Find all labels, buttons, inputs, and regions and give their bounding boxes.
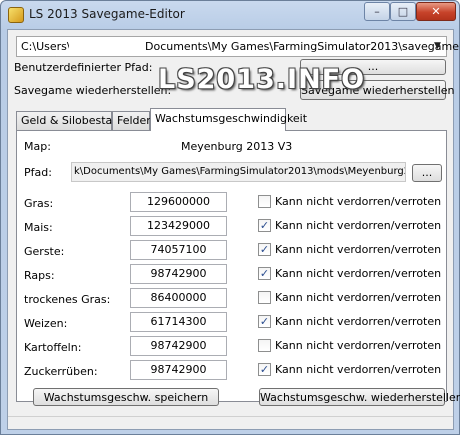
crop-value-input[interactable]: 61714300	[130, 312, 227, 332]
crop-no-wither-label: Kann nicht verdorren/verroten	[275, 315, 442, 328]
crop-label: Gerste:	[24, 245, 65, 258]
watermark-text: LS2013.INFO	[158, 64, 366, 95]
tab-wachstumsgeschwindigkeit[interactable]: Wachstumsgeschwindigkeit	[150, 108, 307, 131]
crop-no-wither-checkbox[interactable]: ✓	[258, 363, 271, 376]
restore-growth-button[interactable]: Wachstumsgeschw. wiederherstellen	[259, 388, 460, 406]
tab-felder[interactable]: Felder	[112, 111, 151, 130]
window-title: LS 2013 Savegame-Editor	[29, 7, 185, 21]
crop-no-wither-label: Kann nicht verdorren/verroten	[275, 243, 442, 256]
map-label: Map:	[24, 140, 51, 153]
crop-label: Kartoffeln:	[24, 341, 82, 354]
crop-label: Weizen:	[24, 317, 68, 330]
growth-tab-panel: Map: Meyenburg 2013 V3 Pfad: k\Documents…	[16, 130, 460, 406]
crop-no-wither-checkbox[interactable]: ✓	[258, 315, 271, 328]
crop-no-wither-label: Kann nicht verdorren/verroten	[275, 363, 442, 376]
crop-no-wither-checkbox[interactable]: ✓	[258, 219, 271, 232]
app-window: LS 2013 Savegame-Editor – □ ✕ C:\Users\ …	[0, 0, 460, 435]
chevron-down-icon[interactable]: ▼	[429, 37, 446, 56]
crop-no-wither-label: Kann nicht verdorren/verroten	[275, 291, 442, 304]
crop-no-wither-checkbox[interactable]	[258, 195, 271, 208]
crop-label: Gras:	[24, 197, 54, 210]
save-growth-button[interactable]: Wachstumsgeschw. speichern	[33, 388, 219, 406]
crop-label: Zuckerrüben:	[24, 365, 98, 378]
mod-path-browse-button[interactable]: ...	[412, 164, 442, 182]
close-button[interactable]: ✕	[416, 2, 456, 21]
crop-no-wither-label: Kann nicht verdorren/verroten	[275, 339, 442, 352]
app-icon	[8, 7, 24, 23]
crop-label: Mais:	[24, 221, 53, 234]
restore-savegame-label: Savegame wiederherstellen:	[14, 84, 172, 97]
redacted-username	[69, 39, 145, 55]
custom-path-label: Benutzerdefinierter Pfad:	[14, 61, 153, 74]
crop-no-wither-label: Kann nicht verdorren/verroten	[275, 267, 442, 280]
crop-no-wither-checkbox[interactable]: ✓	[258, 267, 271, 280]
crop-no-wither-label: Kann nicht verdorren/verroten	[275, 219, 442, 232]
mod-path-field[interactable]: k\Documents\My Games\FarmingSimulator201…	[71, 162, 406, 182]
crop-value-input[interactable]: 86400000	[130, 288, 227, 308]
savegame-path-start: C:\Users\	[21, 40, 71, 53]
tab-geld-silobestand[interactable]: Geld & Silobestand	[16, 111, 126, 130]
crop-no-wither-label: Kann nicht verdorren/verroten	[275, 195, 442, 208]
maximize-button[interactable]: □	[390, 2, 416, 21]
crop-no-wither-checkbox[interactable]	[258, 291, 271, 304]
crop-no-wither-checkbox[interactable]	[258, 339, 271, 352]
crop-value-input[interactable]: 74057100	[130, 240, 227, 260]
crop-value-input[interactable]: 98742900	[130, 336, 227, 356]
crop-value-input[interactable]: 98742900	[130, 264, 227, 284]
crop-no-wither-checkbox[interactable]: ✓	[258, 243, 271, 256]
savegame-path-select[interactable]: C:\Users\ Documents\My Games\FarmingSimu…	[16, 36, 460, 57]
crop-value-input[interactable]: 98742900	[130, 360, 227, 380]
crop-label: trockenes Gras:	[24, 293, 111, 306]
title-bar[interactable]: LS 2013 Savegame-Editor – □ ✕	[1, 1, 459, 29]
map-value: Meyenburg 2013 V3	[181, 140, 293, 153]
status-bar	[8, 416, 453, 429]
minimize-button[interactable]: –	[364, 2, 390, 21]
crop-value-input[interactable]: 123429000	[130, 216, 227, 236]
crop-label: Raps:	[24, 269, 55, 282]
savegame-path-end: Documents\My Games\FarmingSimulator2013\…	[145, 40, 460, 53]
mod-path-value: k\Documents\My Games\FarmingSimulator201…	[74, 166, 405, 177]
client-area: C:\Users\ Documents\My Games\FarmingSimu…	[7, 29, 460, 430]
path-label: Pfad:	[24, 166, 52, 179]
crop-value-input[interactable]: 129600000	[130, 192, 227, 212]
